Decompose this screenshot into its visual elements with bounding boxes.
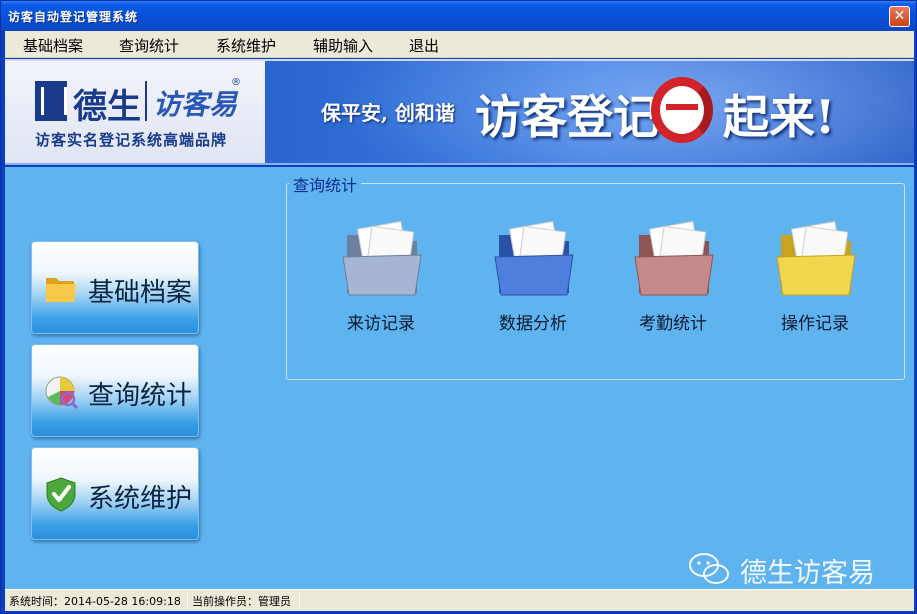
watermark-text: 德生访客易 bbox=[740, 558, 875, 589]
window-title: 访客自动登记管理系统 bbox=[8, 10, 139, 24]
brand-logo: 德生 访客易 ® 访客实名登记系统高端品牌 bbox=[5, 61, 265, 163]
tile-data-analysis[interactable]: 数据分析 bbox=[463, 217, 583, 337]
shield-check-icon bbox=[46, 477, 76, 512]
menu-bar: 基础档案 查询统计 系统维护 辅助输入 退出 bbox=[5, 31, 914, 58]
menu-query-stats[interactable]: 查询统计 bbox=[115, 34, 183, 57]
title-bar[interactable]: 访客自动登记管理系统 ✕ bbox=[1, 1, 916, 31]
sidebar-button-query-stats[interactable]: 查询统计 bbox=[31, 344, 199, 437]
menu-exit[interactable]: 退出 bbox=[405, 34, 443, 57]
close-button[interactable]: ✕ bbox=[889, 6, 910, 27]
panel-title: 查询统计 bbox=[289, 172, 362, 196]
wechat-icon bbox=[689, 553, 729, 584]
status-bar: 系统时间：2014-05-28 16:09:18 当前操作员：管理员 bbox=[5, 589, 914, 611]
brand-divider bbox=[145, 81, 147, 121]
status-separator bbox=[187, 592, 188, 609]
brand-product: 访客易 bbox=[153, 88, 238, 121]
folder-icon bbox=[634, 220, 714, 296]
status-separator bbox=[299, 592, 300, 609]
slogan-tail: 起来! bbox=[723, 90, 836, 144]
status-operator: 当前操作员：管理员 bbox=[192, 595, 291, 608]
brand-name: 德生 bbox=[73, 87, 141, 127]
folder-icon bbox=[46, 278, 76, 302]
menu-system-maintenance[interactable]: 系统维护 bbox=[212, 34, 280, 57]
sidebar-button-label: 基础档案 bbox=[88, 278, 193, 308]
tile-visit-records[interactable]: 来访记录 bbox=[311, 217, 431, 337]
app-window: 访客自动登记管理系统 ✕ 基础档案 查询统计 系统维护 辅助输入 退出 德生 访… bbox=[0, 0, 917, 614]
slogan-small: 保平安, 创和谐 bbox=[321, 101, 455, 125]
menu-input-assist[interactable]: 辅助输入 bbox=[309, 34, 377, 57]
tile-operation-log[interactable]: 操作记录 bbox=[745, 217, 865, 337]
sidebar-button-label: 系统维护 bbox=[88, 484, 193, 514]
close-icon: ✕ bbox=[893, 8, 906, 24]
tile-label: 数据分析 bbox=[499, 314, 567, 334]
brand-mark-icon bbox=[35, 81, 67, 121]
brand-registered-mark: ® bbox=[231, 77, 241, 88]
slogan-big: 访客登记 bbox=[475, 90, 659, 144]
e-logo-icon bbox=[651, 77, 713, 143]
status-time: 系统时间：2014-05-28 16:09:18 bbox=[9, 595, 181, 608]
sidebar-button-label: 查询统计 bbox=[88, 381, 193, 411]
folder-icon bbox=[776, 220, 856, 296]
folder-icon bbox=[342, 220, 422, 296]
brand-tagline: 访客实名登记系统高端品牌 bbox=[35, 131, 228, 149]
banner: 德生 访客易 ® 访客实名登记系统高端品牌 保平安, 创和谐 访客登记 起来! bbox=[5, 59, 914, 165]
tile-label: 操作记录 bbox=[781, 314, 849, 334]
tile-label: 来访记录 bbox=[347, 314, 415, 334]
pie-chart-icon bbox=[45, 376, 78, 409]
tile-attendance-stats[interactable]: 考勤统计 bbox=[603, 217, 723, 337]
sidebar-button-basic-files[interactable]: 基础档案 bbox=[31, 241, 199, 334]
sidebar-button-system-maintenance[interactable]: 系统维护 bbox=[31, 447, 199, 540]
main-area: 基础档案 查询统计 系统维护 查询统计 来访记录 数据分析 考勤统计 操作记录 … bbox=[5, 167, 914, 589]
menu-basic-files[interactable]: 基础档案 bbox=[19, 34, 87, 57]
folder-icon bbox=[494, 220, 574, 296]
tile-label: 考勤统计 bbox=[639, 314, 707, 334]
